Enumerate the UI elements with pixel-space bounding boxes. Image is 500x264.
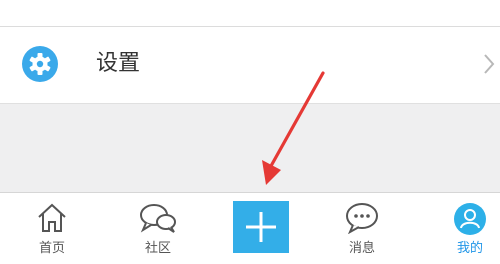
annotation-arrow [262,71,325,185]
